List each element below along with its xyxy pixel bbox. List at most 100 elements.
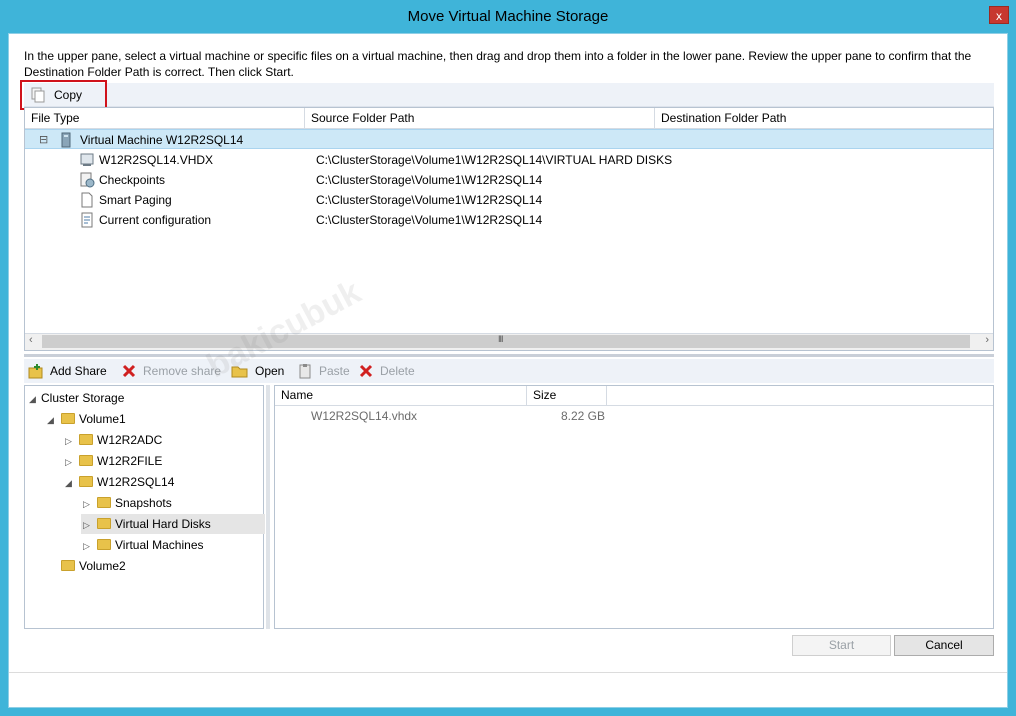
vertical-splitter[interactable] — [266, 385, 270, 629]
vm-row[interactable]: ⊟ Virtual Machine W12R2SQL14 — [25, 129, 993, 149]
grid-row-current-configuration[interactable]: Current configuration C:\ClusterStorage\… — [25, 210, 993, 230]
grid-row-vhdx[interactable]: W12R2SQL14.VHDX C:\ClusterStorage\Volume… — [25, 150, 993, 170]
horizontal-scrollbar[interactable]: ‹ III › — [25, 333, 993, 350]
collapse-arrow-icon[interactable]: ◢ — [29, 389, 41, 409]
column-size[interactable]: Size — [527, 386, 607, 405]
tree-node-cluster-storage[interactable]: ◢ Cluster Storage — [29, 388, 124, 408]
expand-arrow-icon[interactable]: ▷ — [83, 515, 95, 535]
paste-label: Paste — [319, 364, 350, 378]
folder-icon — [61, 560, 75, 571]
cancel-button[interactable]: Cancel — [894, 635, 994, 656]
expand-arrow-icon[interactable]: ▷ — [65, 431, 77, 451]
checkpoint-icon — [80, 172, 95, 188]
config-icon — [81, 212, 93, 228]
expand-arrow-icon[interactable]: ▷ — [83, 536, 95, 556]
grid-row-checkpoints[interactable]: Checkpoints C:\ClusterStorage\Volume1\W1… — [25, 170, 993, 190]
folder-icon — [61, 413, 75, 424]
copy-highlight-box — [20, 80, 107, 110]
scroll-right-arrow-icon[interactable]: › — [985, 334, 989, 346]
tree-label: Snapshots — [115, 496, 172, 510]
row-source-path: C:\ClusterStorage\Volume1\W12R2SQL14 — [316, 193, 543, 207]
grid-header: File Type Source Folder Path Destination… — [25, 108, 993, 129]
tree-node-virtual-hard-disks[interactable]: ▷ Virtual Hard Disks — [81, 514, 265, 534]
expand-arrow-icon[interactable]: ▷ — [83, 494, 95, 514]
files-header: Name Size — [275, 386, 993, 406]
tree-label: Volume2 — [79, 559, 126, 573]
tree-node-w12r2sql14[interactable]: ◢ W12R2SQL14 — [65, 472, 174, 492]
document-icon — [81, 192, 93, 208]
remove-share-button[interactable]: Remove share — [121, 359, 221, 383]
pane-splitter[interactable] — [24, 354, 994, 357]
scroll-grip-icon: III — [498, 334, 503, 344]
tree-node-snapshots[interactable]: ▷ Snapshots — [83, 493, 172, 513]
row-source-path: C:\ClusterStorage\Volume1\W12R2SQL14 — [316, 173, 543, 187]
instructions-text: In the upper pane, select a virtual mach… — [24, 49, 972, 79]
expand-arrow-icon[interactable]: ▷ — [65, 452, 77, 472]
tree-label: Virtual Machines — [115, 538, 204, 552]
scroll-left-arrow-icon[interactable]: ‹ — [29, 334, 33, 346]
delete-icon — [359, 364, 373, 378]
folder-icon — [79, 476, 93, 487]
row-name: Checkpoints — [99, 173, 166, 187]
open-label: Open — [255, 364, 285, 378]
collapse-toggle[interactable]: ⊟ — [39, 130, 48, 150]
folder-icon — [79, 455, 93, 466]
tree-node-w12r2file[interactable]: ▷ W12R2FILE — [65, 451, 162, 471]
delete-button[interactable]: Delete — [358, 359, 415, 383]
file-size: 8.22 GB — [560, 409, 605, 423]
remove-share-icon — [122, 364, 136, 378]
add-share-label: Add Share — [50, 364, 107, 378]
column-destination-folder-path[interactable]: Destination Folder Path — [655, 108, 993, 128]
close-button[interactable]: x — [989, 6, 1009, 24]
storage-tree[interactable]: ◢ Cluster Storage ◢ Volume1 ▷ W12R2ADC ▷ W12… — [24, 385, 265, 629]
tree-label: W12R2FILE — [97, 454, 163, 468]
tree-label: W12R2ADC — [97, 433, 163, 447]
tree-node-volume1[interactable]: ◢ Volume1 — [47, 409, 126, 429]
collapse-arrow-icon[interactable]: ◢ — [65, 473, 77, 493]
start-button[interactable]: Start — [792, 635, 891, 656]
add-share-icon — [28, 364, 43, 379]
move-vm-storage-window: Move Virtual Machine Storage x In the up… — [0, 0, 1016, 716]
tree-node-volume2[interactable]: Volume2 — [47, 556, 126, 576]
tree-label: Volume1 — [79, 412, 126, 426]
open-folder-icon — [231, 366, 248, 378]
column-name[interactable]: Name — [275, 386, 527, 405]
scrollbar-thumb[interactable]: III — [42, 334, 970, 348]
delete-label: Delete — [380, 364, 415, 378]
tree-label: Virtual Hard Disks — [115, 517, 211, 531]
row-source-path: C:\ClusterStorage\Volume1\W12R2SQL14 — [316, 213, 543, 227]
tree-node-w12r2adc[interactable]: ▷ W12R2ADC — [65, 430, 162, 450]
dialog-body: In the upper pane, select a virtual mach… — [8, 33, 1008, 708]
grid-row-smart-paging[interactable]: Smart Paging C:\ClusterStorage\Volume1\W… — [25, 190, 993, 210]
footer-separator — [9, 672, 1007, 673]
paste-button[interactable]: Paste — [297, 359, 350, 383]
column-source-folder-path[interactable]: Source Folder Path — [305, 108, 655, 128]
title-bar[interactable]: Move Virtual Machine Storage x — [0, 0, 1016, 33]
share-toolbar: Add Share Remove share Open Paste Delete — [24, 359, 994, 383]
row-name: Smart Paging — [99, 193, 172, 207]
row-name: Current configuration — [99, 213, 212, 227]
files-list[interactable]: Name Size W12R2SQL14.vhdx 8.22 GB — [274, 385, 994, 629]
virtual-machine-icon — [61, 132, 71, 148]
folder-icon — [79, 434, 93, 445]
tree-label: W12R2SQL14 — [97, 475, 175, 489]
paste-icon — [299, 364, 311, 379]
upper-pane-grid[interactable]: File Type Source Folder Path Destination… — [24, 107, 994, 351]
row-name: W12R2SQL14.VHDX — [99, 153, 214, 167]
column-file-type[interactable]: File Type — [25, 108, 305, 128]
folder-icon — [97, 518, 111, 529]
tree-node-virtual-machines[interactable]: ▷ Virtual Machines — [83, 535, 204, 555]
remove-share-label: Remove share — [143, 364, 222, 378]
vm-name: Virtual Machine W12R2SQL14 — [80, 133, 244, 147]
row-source-path: C:\ClusterStorage\Volume1\W12R2SQL14\VIR… — [316, 153, 673, 167]
copy-toolbar: Copy — [24, 83, 994, 107]
add-share-button[interactable]: Add Share — [28, 359, 107, 383]
open-button[interactable]: Open — [231, 359, 284, 383]
list-item[interactable]: W12R2SQL14.vhdx 8.22 GB — [275, 406, 993, 426]
vhd-icon — [80, 153, 94, 166]
file-name: W12R2SQL14.vhdx — [311, 409, 418, 423]
tree-label: Cluster Storage — [41, 391, 125, 405]
folder-icon — [97, 497, 111, 508]
collapse-arrow-icon[interactable]: ◢ — [47, 410, 59, 430]
folder-icon — [97, 539, 111, 550]
